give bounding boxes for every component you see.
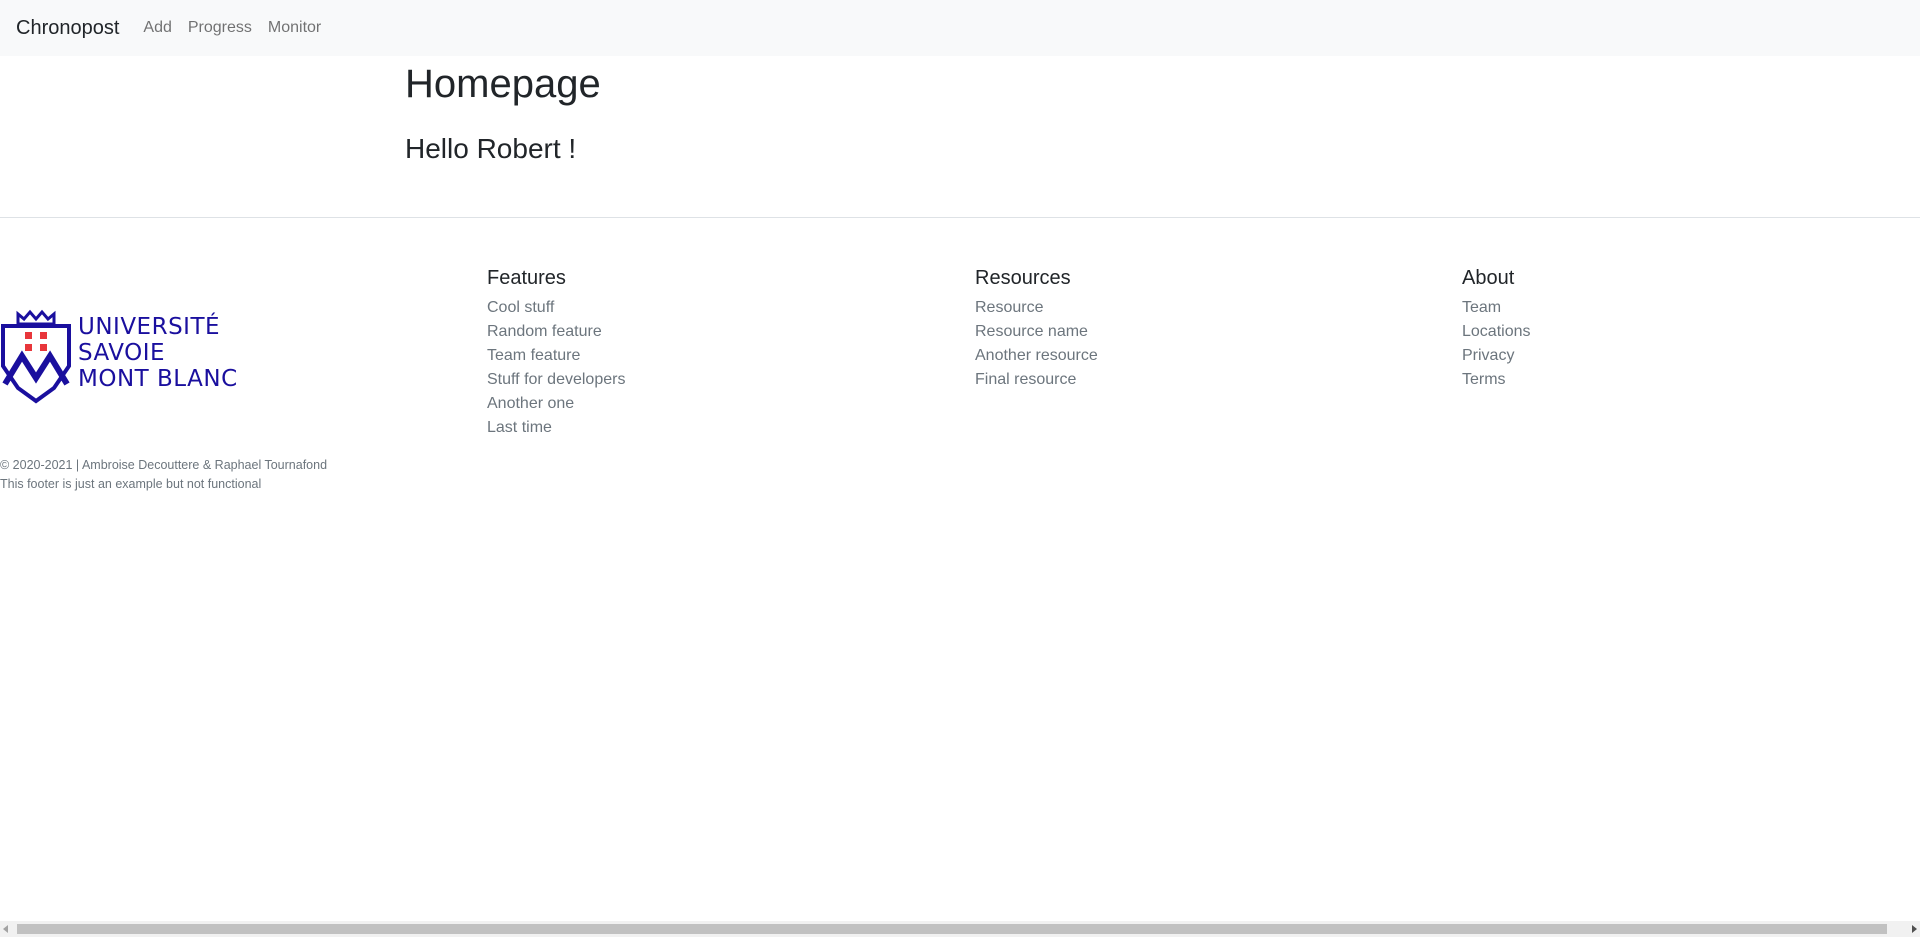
university-logo: UNIVERSITÉ SAVOIE MONT BLANC (0, 308, 252, 404)
footer-link[interactable]: Team feature (487, 344, 625, 368)
footer-col-heading: Resources (975, 267, 1071, 289)
footer-note: This footer is just an example but not f… (0, 477, 262, 491)
footer-link[interactable]: Final resource (975, 368, 1098, 392)
scroll-thumb[interactable] (17, 924, 1887, 934)
nav-link-monitor[interactable]: Monitor (260, 19, 329, 37)
nav-link-add[interactable]: Add (135, 19, 179, 37)
scroll-left-arrow-icon[interactable] (3, 925, 8, 933)
footer-link[interactable]: Privacy (1462, 344, 1531, 368)
footer-link[interactable]: Locations (1462, 320, 1531, 344)
nav-links: Add Progress Monitor (135, 19, 329, 37)
footer-link[interactable]: Resource name (975, 320, 1098, 344)
footer-link[interactable]: Resource (975, 296, 1098, 320)
footer-col-resources: Resources Resource Resource name Another… (975, 266, 1098, 392)
footer-col-features: Features Cool stuff Random feature Team … (487, 266, 625, 440)
copyright: © 2020-2021 | Ambroise Decouttere & Raph… (0, 456, 327, 494)
horizontal-scrollbar[interactable] (0, 921, 1920, 937)
logo-line: MONT BLANC (78, 366, 238, 392)
footer-link[interactable]: Last time (487, 416, 625, 440)
footer-divider (0, 217, 1920, 218)
footer-link[interactable]: Random feature (487, 320, 625, 344)
main-content: Homepage Hello Robert ! (405, 56, 601, 166)
footer-col-about: About Team Locations Privacy Terms (1462, 266, 1531, 392)
footer-col-heading: Features (487, 267, 566, 289)
footer-link-list: Cool stuff Random feature Team feature S… (487, 296, 625, 440)
footer-link-list: Team Locations Privacy Terms (1462, 296, 1531, 392)
footer-link[interactable]: Another resource (975, 344, 1098, 368)
nav-link-progress[interactable]: Progress (180, 19, 260, 37)
footer-link[interactable]: Another one (487, 392, 625, 416)
footer-link-list: Resource Resource name Another resource … (975, 296, 1098, 392)
shield-crest-icon (0, 309, 71, 404)
footer-col-heading: About (1462, 267, 1515, 289)
footer-link[interactable]: Team (1462, 296, 1531, 320)
page-title: Homepage (405, 62, 601, 106)
footer-link[interactable]: Terms (1462, 368, 1531, 392)
logo-wordmark: UNIVERSITÉ SAVOIE MONT BLANC (78, 314, 238, 392)
footer-link[interactable]: Stuff for developers (487, 368, 625, 392)
scroll-right-arrow-icon[interactable] (1912, 925, 1917, 933)
footer-link[interactable]: Cool stuff (487, 296, 625, 320)
navbar: Chronopost Add Progress Monitor (0, 0, 1920, 56)
logo-line: UNIVERSITÉ (78, 314, 221, 340)
greeting: Hello Robert ! (405, 133, 577, 164)
logo-line: SAVOIE (78, 340, 166, 366)
copyright-text: © 2020-2021 | Ambroise Decouttere & Raph… (0, 458, 328, 472)
brand-link[interactable]: Chronopost (16, 17, 119, 40)
